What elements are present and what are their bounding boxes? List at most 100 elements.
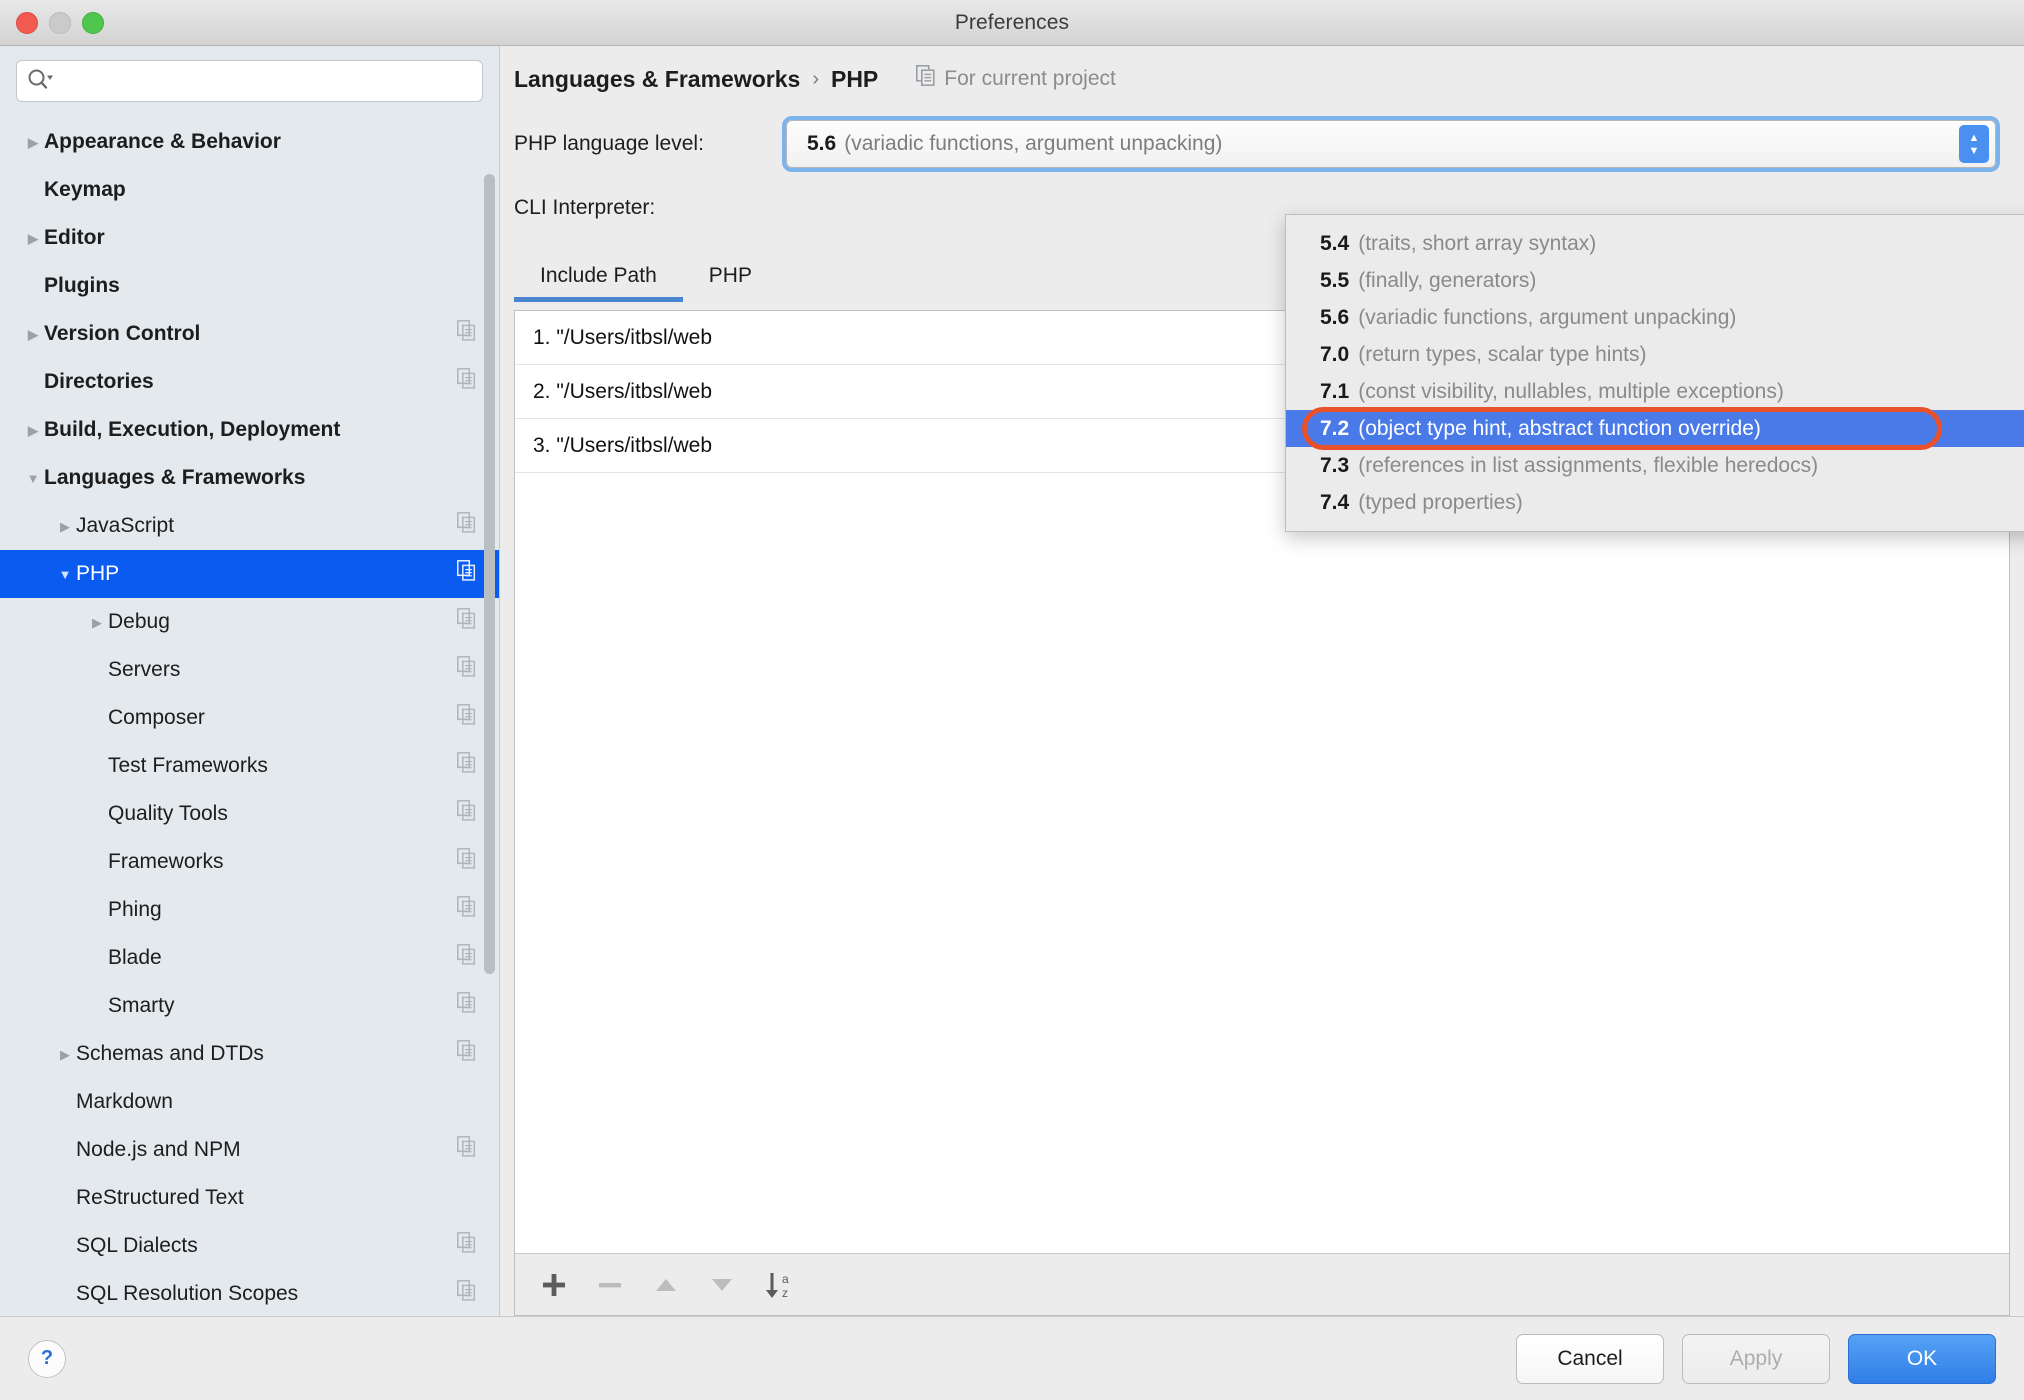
sidebar-item-quality-tools[interactable]: Quality Tools [0,790,499,838]
chevron-down-icon[interactable]: ▼ [54,568,76,581]
option-desc: (finally, generators) [1358,268,1537,292]
dropdown-option-5-4[interactable]: 5.4 (traits, short array syntax) [1286,225,2024,262]
breadcrumb-separator-icon: › [812,67,819,90]
project-scope-icon [457,944,477,972]
project-scope-icon [457,1136,477,1164]
option-version: 7.2 [1320,416,1350,440]
sidebar-scrollbar[interactable] [484,164,495,1109]
dialog-footer: ? Cancel Apply OK [0,1316,2024,1400]
sidebar-item-javascript[interactable]: ▶ JavaScript [0,502,499,550]
scope-label: For current project [944,67,1116,90]
option-desc: (references in list assignments, flexibl… [1358,453,1819,477]
sidebar-item-label: JavaScript [76,514,175,537]
sidebar-item-frameworks[interactable]: Frameworks [0,838,499,886]
sidebar-item-languages-frameworks[interactable]: ▼ Languages & Frameworks [0,454,499,502]
sidebar-item-schemas-and-dtds[interactable]: ▶ Schemas and DTDs [0,1030,499,1078]
project-scope-icon [457,560,477,588]
ok-button[interactable]: OK [1848,1333,1996,1384]
php-language-level-row: PHP language level: 5.6 (variadic functi… [500,112,2024,176]
breadcrumb-root[interactable]: Languages & Frameworks [514,66,800,93]
chevron-down-icon[interactable]: ▼ [22,472,44,485]
sidebar-item-sql-dialects[interactable]: SQL Dialects [0,1222,499,1270]
sidebar-item-markdown[interactable]: Markdown [0,1078,499,1126]
dropdown-option-5-6[interactable]: 5.6 (variadic functions, argument unpacki… [1286,299,2024,336]
sidebar-item-debug[interactable]: ▶ Debug [0,598,499,646]
sidebar-item-label: Plugins [44,274,120,297]
project-scope-icon [457,992,477,1020]
php-language-level-label: PHP language level: [514,132,704,155]
sidebar-item-label: Languages & Frameworks [44,466,306,489]
sidebar-item-composer[interactable]: Composer [0,694,499,742]
project-scope-icon [457,800,477,828]
window-title: Preferences [954,10,1070,34]
chevron-right-icon[interactable]: ▶ [54,1048,76,1061]
sidebar-item-sql-resolution-scopes[interactable]: SQL Resolution Scopes [0,1270,499,1316]
project-scope-icon [457,368,477,396]
sidebar-item-blade[interactable]: Blade [0,934,499,982]
search-box[interactable] [16,60,483,102]
dropdown-option-7-1[interactable]: 7.1 (const visibility, nullables, multipl… [1286,373,2024,410]
project-scope-icon [457,848,477,876]
sidebar-item-label: Test Frameworks [108,754,268,777]
settings-sidebar: ▶ Appearance & Behavior Keymap ▶ Editor Plugi… [0,46,500,1316]
sidebar-item-directories[interactable]: Directories [0,358,499,406]
search-input[interactable] [59,71,472,91]
option-version: 5.6 [1320,305,1350,329]
settings-tree[interactable]: ▶ Appearance & Behavior Keymap ▶ Editor Plugi… [0,114,499,1316]
sidebar-item-version-control[interactable]: ▶ Version Control [0,310,499,358]
remove-icon[interactable] [595,1270,625,1300]
sidebar-item-appearance-behavior[interactable]: ▶ Appearance & Behavior [0,118,499,166]
copy-scope-icon [916,65,936,93]
sidebar-item-build-execution-deployment[interactable]: ▶ Build, Execution, Deployment [0,406,499,454]
sidebar-item-label: Markdown [76,1090,173,1113]
breadcrumb-leaf: PHP [830,65,879,92]
sidebar-item-label: PHP [76,562,120,585]
php-language-level-dropdown[interactable]: 5.4 (traits, short array syntax) 5.5 (final… [1285,214,2024,532]
project-scope-icon [457,1280,477,1308]
project-scope-icon [457,656,477,684]
dropdown-option-7-3[interactable]: 7.3 (references in list assignments, flex… [1286,447,2024,484]
chevron-right-icon[interactable]: ▶ [86,616,108,629]
sidebar-item-editor[interactable]: ▶ Editor [0,214,499,262]
project-scope-icon [457,704,477,732]
sidebar-item-test-frameworks[interactable]: Test Frameworks [0,742,499,790]
dropdown-option-5-5[interactable]: 5.5 (finally, generators) [1286,262,2024,299]
scope-indicator: For current project [916,65,1116,93]
add-icon[interactable] [539,1270,569,1300]
sidebar-item-restructured-text[interactable]: ReStructured Text [0,1174,499,1222]
sidebar-item-label: Debug [108,610,170,633]
dropdown-option-7-0[interactable]: 7.0 (return types, scalar type hints) [1286,336,2024,373]
sidebar-item-label: Directories [44,370,154,393]
sidebar-item-label: Blade [108,946,162,969]
chevron-right-icon[interactable]: ▶ [22,328,44,341]
sidebar-item-phing[interactable]: Phing [0,886,499,934]
sidebar-item-plugins[interactable]: Plugins [0,262,499,310]
chevron-right-icon[interactable]: ▶ [22,232,44,245]
chevron-right-icon[interactable]: ▶ [22,424,44,437]
combo-stepper-icon[interactable]: ▲ ▼ [1959,125,1989,163]
sidebar-item-keymap[interactable]: Keymap [0,166,499,214]
chevron-right-icon[interactable]: ▶ [22,136,44,149]
php-language-level-combo[interactable]: 5.6 (variadic functions, argument unpack… [786,120,1996,168]
chevron-right-icon[interactable]: ▶ [54,520,76,533]
sidebar-item-label: Schemas and DTDs [76,1042,264,1065]
project-scope-icon [457,512,477,540]
move-up-icon[interactable] [651,1270,681,1300]
move-down-icon[interactable] [707,1270,737,1300]
sidebar-item-smarty[interactable]: Smarty [0,982,499,1030]
help-button[interactable]: ? [28,1339,66,1378]
tab-php[interactable]: PHP [683,264,778,302]
sort-az-icon[interactable]: a z [763,1269,797,1301]
dropdown-option-7-2[interactable]: 7.2 (object type hint, abstract function … [1286,410,2024,447]
option-version: 7.0 [1320,342,1350,366]
dropdown-option-7-4[interactable]: 7.4 (typed properties) [1286,484,2024,521]
apply-button[interactable]: Apply [1682,1333,1830,1384]
project-scope-icon [457,1232,477,1260]
sidebar-item-node-js-and-npm[interactable]: Node.js and NPM [0,1126,499,1174]
tab-include-path[interactable]: Include Path [514,264,683,302]
option-desc: (object type hint, abstract function ove… [1358,416,1761,440]
sidebar-item-label: Servers [108,658,181,681]
sidebar-item-servers[interactable]: Servers [0,646,499,694]
cancel-button[interactable]: Cancel [1516,1333,1664,1384]
sidebar-item-php[interactable]: ▼ PHP [0,550,499,598]
